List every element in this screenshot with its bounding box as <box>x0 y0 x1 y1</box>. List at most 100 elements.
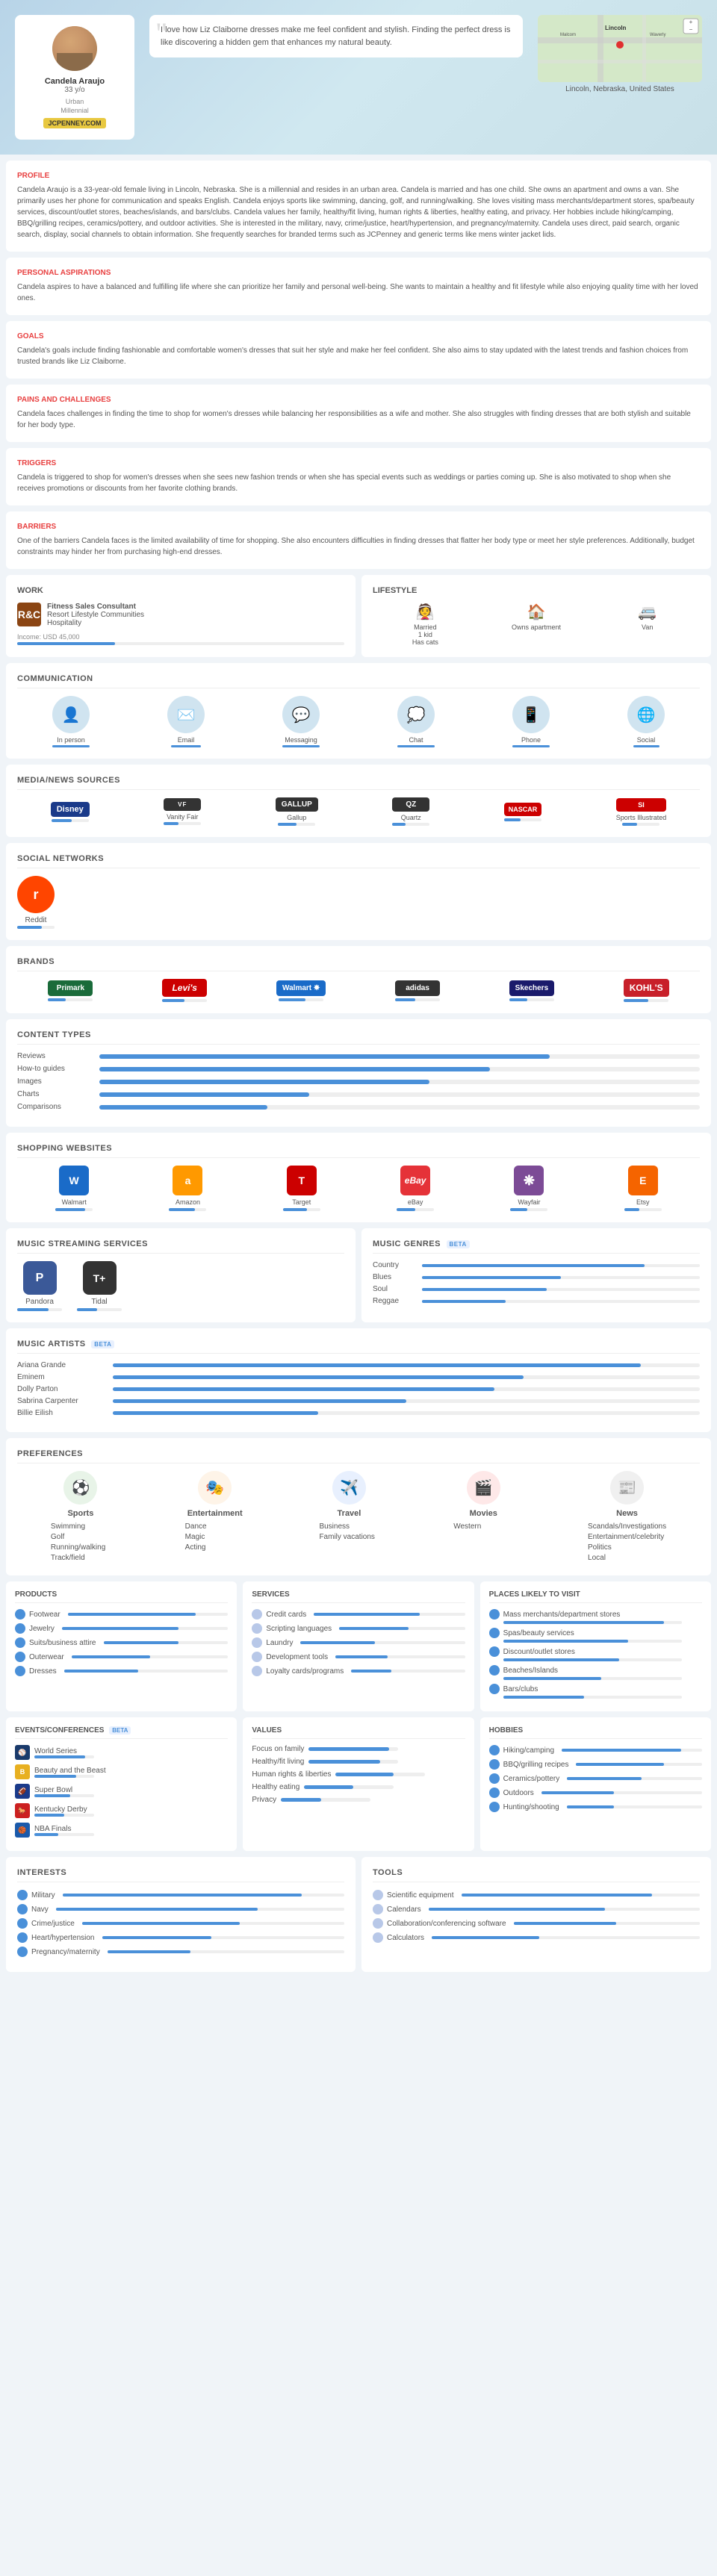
brand-kohls: KOHL'S <box>624 979 669 1002</box>
nba-finals-icon: 🏀 <box>15 1823 30 1838</box>
primark-bar-fill <box>48 998 66 1001</box>
collaboration-bar <box>514 1922 700 1925</box>
mass-merchants-dot <box>489 1609 500 1620</box>
social-grid: r Reddit <box>17 876 700 929</box>
profile-bio-section: PROFILE Candela Araujo is a 33-year-old … <box>6 161 711 252</box>
shop-etsy: E Etsy <box>624 1166 662 1211</box>
footwear-dot <box>15 1609 25 1620</box>
music-artists-title: MUSIC ARTISTS BETA <box>17 1340 700 1354</box>
news-pref-politics: Politics <box>588 1543 666 1552</box>
header-section: Candela Araujo 33 y/o Urban Millennial J… <box>0 0 717 155</box>
dresses-dot <box>15 1666 25 1676</box>
human-rights-bar <box>335 1773 425 1776</box>
news-pref-title: News <box>588 1509 666 1518</box>
content-types-title: CONTENT TYPES <box>17 1030 700 1045</box>
genre-reggae-fill <box>422 1300 506 1303</box>
phone-bar <box>512 745 550 747</box>
genre-soul-track <box>422 1288 700 1291</box>
hobby-hiking: Hiking/camping <box>489 1745 702 1755</box>
profile-link[interactable]: JCPENNEY.COM <box>43 118 105 128</box>
skechers-bar-fill <box>509 998 527 1001</box>
products-section: PRODUCTS Footwear Jewelry Suits/business… <box>6 1581 237 1711</box>
comm-messaging: 💬 Messaging <box>282 696 320 747</box>
artist-eminem-label: Eminem <box>17 1373 107 1381</box>
scientific-bar-fill <box>462 1894 653 1897</box>
barriers-heading: BARRIERS <box>17 523 700 531</box>
pains-section: PAINS AND CHALLENGES Candela faces chall… <box>6 385 711 442</box>
company-name: Resort Lifestyle Communities <box>47 611 144 619</box>
nascar-bar-fill <box>504 818 521 821</box>
bars-dot <box>489 1684 500 1694</box>
jewelry-dot <box>15 1623 25 1634</box>
healthy-eating-bar <box>304 1785 394 1789</box>
shop-amazon-bar-track <box>169 1208 206 1211</box>
shop-target-label: Target <box>283 1198 320 1206</box>
goals-text: Candela's goals include finding fashiona… <box>17 345 700 367</box>
artist-billie-label: Billie Eilish <box>17 1409 107 1417</box>
content-charts-label: Charts <box>17 1090 92 1098</box>
in-person-icon: 👤 <box>52 696 90 733</box>
suits-bar-fill <box>104 1641 179 1644</box>
jewelry-bar <box>62 1627 228 1630</box>
events-title: EVENTS/CONFERENCES BETA <box>15 1726 228 1739</box>
vanity-fair-bar-track <box>164 822 201 825</box>
map-location-label: Lincoln, Nebraska, United States <box>538 85 702 93</box>
bars-text: Bars/clubs <box>503 1685 538 1693</box>
healthy-eating-bar-fill <box>304 1785 353 1789</box>
shop-walmart: W Walmart <box>55 1166 93 1211</box>
discount-dot <box>489 1646 500 1657</box>
content-comparisons-label: Comparisons <box>17 1103 92 1111</box>
phone-icon: 📱 <box>512 696 550 733</box>
crime-bar-fill <box>82 1922 240 1925</box>
gallup-bar-fill <box>278 823 297 826</box>
genre-blues-fill <box>422 1276 561 1279</box>
pregnancy-dot <box>17 1947 28 1957</box>
military-text: Military <box>31 1891 55 1900</box>
shop-ebay-bar-fill <box>397 1208 415 1211</box>
email-label: Email <box>167 736 205 744</box>
communication-section: COMMUNICATION 👤 In person ✉️ Email 💬 Mes… <box>6 663 711 759</box>
levis-logo: Levi's <box>162 979 207 997</box>
footwear-bar <box>68 1613 229 1616</box>
email-icon: ✉️ <box>167 696 205 733</box>
shop-etsy-label: Etsy <box>624 1198 662 1206</box>
profile-tag-urban: Urban <box>26 98 123 105</box>
discount-bar-fill <box>503 1658 620 1661</box>
service-laundry: Laundry <box>252 1637 465 1648</box>
shop-amazon-label: Amazon <box>169 1198 206 1206</box>
shop-target-bar-track <box>283 1208 320 1211</box>
discount-text: Discount/outlet stores <box>503 1648 575 1656</box>
places-section: PLACES LIKELY TO VISIT Mass merchants/de… <box>480 1581 711 1711</box>
music-artists-badge: BETA <box>91 1340 114 1348</box>
hobbies-title: HOBBIES <box>489 1726 702 1739</box>
comm-social: 🌐 Social <box>627 696 665 747</box>
disney-logo: Disney <box>51 802 90 817</box>
in-person-bar <box>52 745 90 747</box>
primark-logo: Primark <box>48 980 93 996</box>
content-images: Images <box>17 1077 700 1086</box>
interest-heart: Heart/hypertension <box>17 1932 344 1943</box>
social-networks-title: SOCIAL NETWORKS <box>17 854 700 868</box>
calculators-dot <box>373 1932 383 1943</box>
outdoors-dot <box>489 1788 500 1798</box>
work-title: WORK <box>17 586 344 595</box>
avatar <box>52 26 97 71</box>
calendars-bar-fill <box>429 1908 605 1911</box>
content-images-track <box>99 1080 700 1084</box>
values-section: VALUES Focus on family Healthy/fit livin… <box>243 1717 474 1851</box>
genre-country-fill <box>422 1264 645 1267</box>
scripting-bar-fill <box>339 1627 409 1630</box>
personal-aspirations-heading: PERSONAL ASPIRATIONS <box>17 269 700 277</box>
genre-blues-track <box>422 1276 700 1279</box>
music-row: MUSIC STREAMING SERVICES P Pandora T+ Ti… <box>6 1228 711 1322</box>
service-scripting: Scripting languages <box>252 1623 465 1634</box>
social-icon: 🌐 <box>627 696 665 733</box>
lifestyle-item-married: 👰 Married 1 kid Has cats <box>373 603 478 646</box>
interests-title: INTERESTS <box>17 1868 344 1882</box>
music-streaming-section: MUSIC STREAMING SERVICES P Pandora T+ Ti… <box>6 1228 356 1322</box>
pregnancy-bar-fill <box>108 1950 190 1953</box>
messaging-label: Messaging <box>282 736 320 744</box>
loyalty-text: Loyalty cards/programs <box>266 1667 344 1676</box>
kentucky-derby-icon: 🐎 <box>15 1803 30 1818</box>
scripting-text: Scripting languages <box>266 1625 332 1633</box>
